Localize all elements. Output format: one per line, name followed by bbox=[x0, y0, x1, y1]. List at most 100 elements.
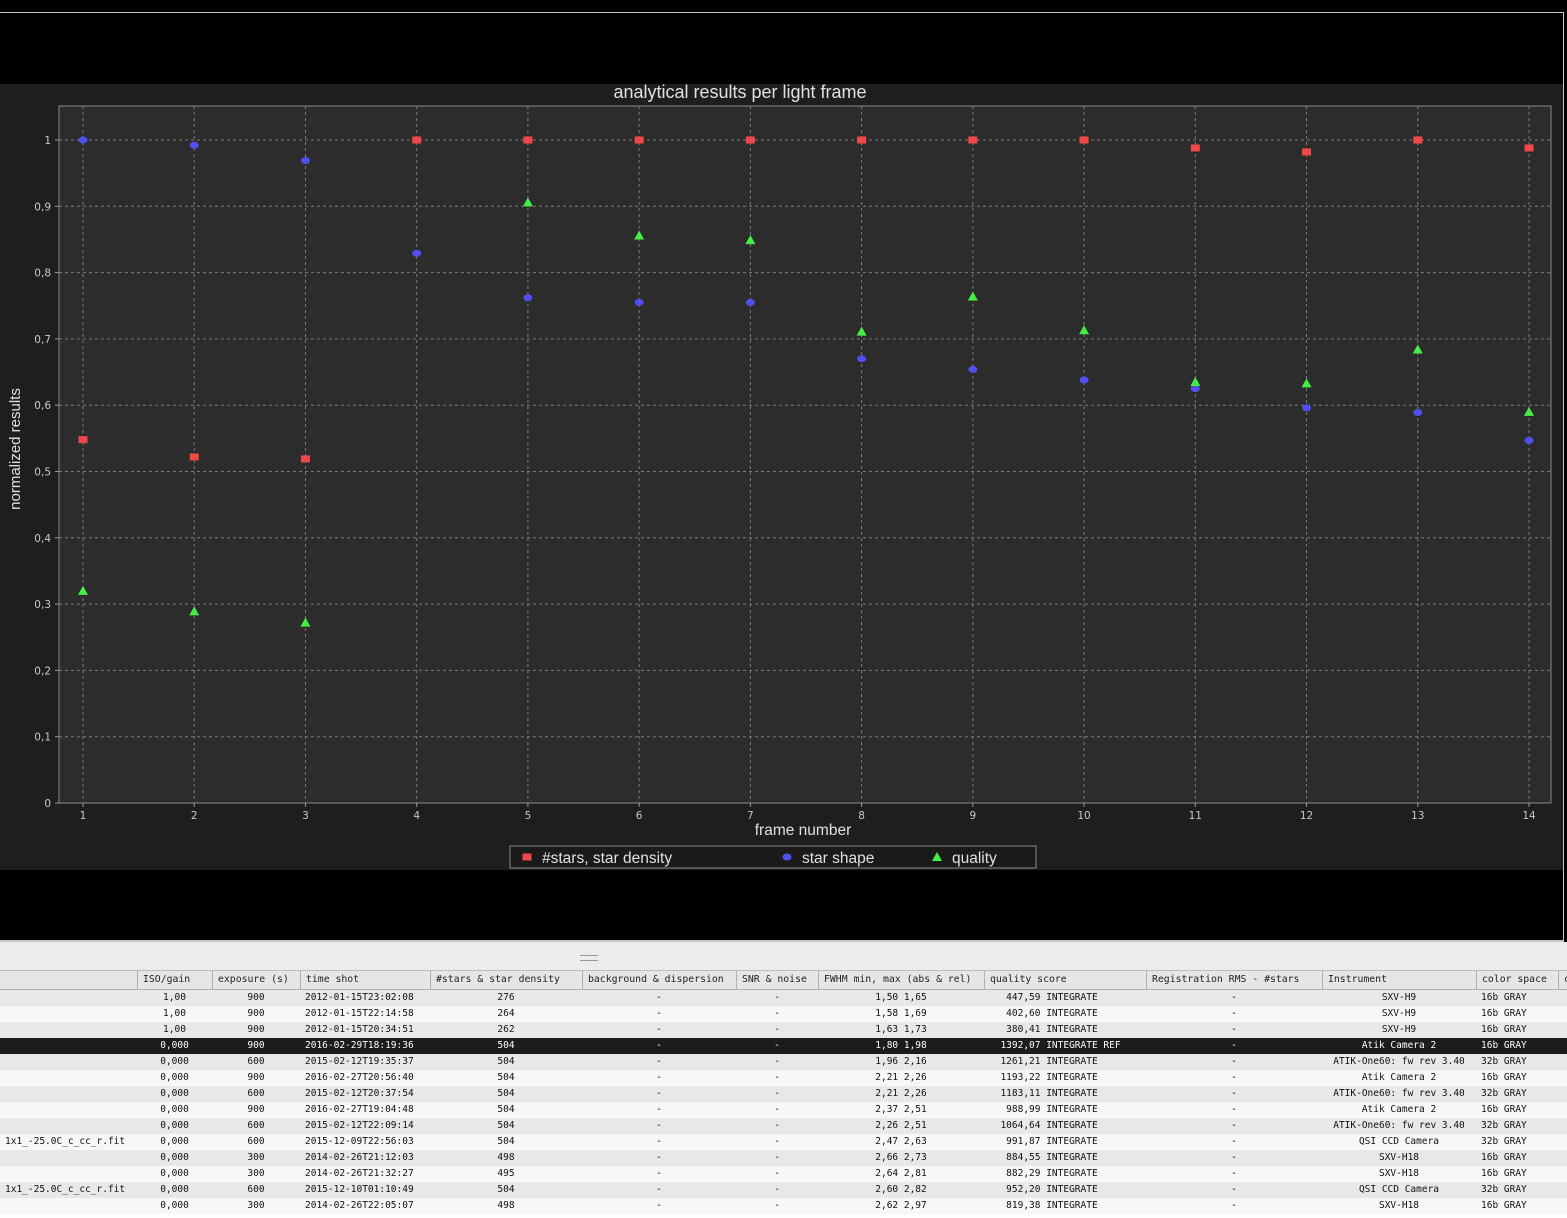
split-pane-divider[interactable] bbox=[0, 942, 1567, 971]
window-right-border bbox=[1563, 12, 1564, 940]
table-row[interactable]: 1x1_-25.0C_c_cc_r.fit 0,000 600 2015-12-10T… bbox=[0, 1182, 1567, 1198]
table-cell: 1,63 1,73 bbox=[875, 1024, 927, 1035]
table-row[interactable]: 0,000 300 2014-02-26T22:05:07 498 - - 2,62 2,9… bbox=[0, 1198, 1567, 1214]
data-point-square bbox=[523, 136, 533, 144]
table-row[interactable]: 0,000 600 2015-02-12T22:09:14 504 - - 2,26 2,5… bbox=[0, 1118, 1567, 1134]
table-cell: 600 bbox=[247, 1120, 265, 1131]
table-cell: 819,38 INTEGRATE bbox=[989, 1200, 1098, 1211]
table-cell: 1193,22 INTEGRATE bbox=[989, 1072, 1098, 1083]
table-cell: - bbox=[774, 1088, 780, 1099]
table-cell: 2012-01-15T23:02:08 bbox=[305, 992, 414, 1003]
data-point-square bbox=[1524, 144, 1534, 152]
table-cell: 1x1_-25.0C_c_cc_r.fit bbox=[5, 1136, 126, 1147]
table-cell: 504 bbox=[497, 1040, 515, 1051]
y-tick-label: 0,8 bbox=[34, 268, 51, 280]
column-header[interactable]: color space bbox=[1476, 971, 1558, 989]
column-header[interactable] bbox=[0, 971, 137, 989]
table-cell: 402,60 INTEGRATE bbox=[989, 1008, 1098, 1019]
table-cell: 0,000 bbox=[160, 1152, 189, 1163]
table-cell: SXV-H18 bbox=[1378, 1152, 1420, 1163]
y-tick-label: 0,5 bbox=[34, 467, 51, 479]
table-cell bbox=[5, 1150, 137, 1166]
data-point-square bbox=[78, 436, 88, 444]
y-tick-label: 0,3 bbox=[34, 599, 51, 611]
data-point-square bbox=[1190, 144, 1200, 152]
table-cell: 2,21 2,26 bbox=[875, 1088, 927, 1099]
data-point-circle bbox=[1413, 408, 1423, 416]
table-cell: - bbox=[774, 1152, 780, 1163]
splitter-grip-icon[interactable] bbox=[580, 955, 598, 961]
table-cell: - bbox=[1231, 1008, 1237, 1019]
table-cell: - bbox=[656, 1040, 662, 1051]
data-point-circle bbox=[523, 294, 533, 302]
table-cell: - bbox=[774, 1072, 780, 1083]
table-row[interactable]: 1,00 900 2012-01-15T23:02:08 276 - - 1,50 1,65… bbox=[0, 990, 1567, 1006]
table-cell: - bbox=[656, 1088, 662, 1099]
table-row-selected[interactable]: 0,000 900 2016-02-29T18:19:36 504 - - 1,80 1,9… bbox=[0, 1038, 1567, 1054]
table-cell: ATIK-One60: fw rev 3.40 bbox=[1333, 1056, 1465, 1067]
column-header[interactable]: exposure (s) bbox=[212, 971, 300, 989]
data-point-circle bbox=[300, 157, 310, 165]
table-cell: - bbox=[656, 1200, 662, 1211]
x-axis-label: frame number bbox=[755, 822, 851, 839]
column-header[interactable]: Instrument bbox=[1322, 971, 1476, 989]
table-cell: 2015-02-12T22:09:14 bbox=[305, 1120, 414, 1131]
table-cell: - bbox=[1231, 1024, 1237, 1035]
data-point-circle bbox=[968, 365, 978, 373]
x-tick-label: 3 bbox=[302, 810, 309, 822]
table-cell: 2,37 2,51 bbox=[875, 1104, 927, 1115]
table-row[interactable]: 0,000 600 2015-02-12T19:35:37 504 - - 1,96 2,1… bbox=[0, 1054, 1567, 1070]
table-cell: 2,66 2,73 bbox=[875, 1152, 927, 1163]
table-row[interactable]: 0,000 900 2016-02-27T20:56:40 504 - - 2,21 2,2… bbox=[0, 1070, 1567, 1086]
column-header[interactable]: ISO/gain bbox=[137, 971, 212, 989]
table-cell: 884,55 INTEGRATE bbox=[989, 1152, 1098, 1163]
table-row[interactable]: 1,00 900 2012-01-15T22:14:58 264 - - 1,58 1,69… bbox=[0, 1006, 1567, 1022]
table-row[interactable]: 0,000 300 2014-02-26T21:12:03 498 - - 2,66 2,7… bbox=[0, 1150, 1567, 1166]
table-cell: 504 bbox=[497, 1088, 515, 1099]
table-cell: - bbox=[1231, 1168, 1237, 1179]
table-row[interactable]: 0,000 600 2015-02-12T20:37:54 504 - - 2,21 2,2… bbox=[0, 1086, 1567, 1102]
table-cell: 2016-02-27T20:56:40 bbox=[305, 1072, 414, 1083]
column-header[interactable]: FWHM min, max (abs & rel) bbox=[818, 971, 984, 989]
table-cell: 1,96 2,16 bbox=[875, 1056, 927, 1067]
legend-label: #stars, star density bbox=[542, 850, 672, 867]
table-cell bbox=[5, 1070, 137, 1086]
table-cell: 0,000 bbox=[160, 1104, 189, 1115]
table-cell: 264 bbox=[497, 1008, 515, 1019]
table-cell: 1,58 1,69 bbox=[875, 1008, 927, 1019]
table-row[interactable]: 1,00 900 2012-01-15T20:34:51 262 - - 1,63 1,73… bbox=[0, 1022, 1567, 1038]
table-cell: - bbox=[656, 1072, 662, 1083]
table-cell: 16b GRAY bbox=[1481, 1024, 1527, 1035]
table-cell bbox=[1563, 1182, 1567, 1198]
table-cell bbox=[1563, 1054, 1567, 1070]
table-row[interactable]: 1x1_-25.0C_c_cc_r.fit 0,000 600 2015-12-09T… bbox=[0, 1134, 1567, 1150]
x-tick-label: 5 bbox=[525, 810, 532, 822]
column-header[interactable]: c bbox=[1558, 971, 1567, 989]
column-header[interactable]: Registration RMS - #stars bbox=[1146, 971, 1322, 989]
table-cell bbox=[1563, 1102, 1567, 1118]
table-cell: 2016-02-29T18:19:36 bbox=[305, 1040, 414, 1051]
table-cell: 2015-02-12T19:35:37 bbox=[305, 1056, 414, 1067]
table-row[interactable]: 0,000 300 2014-02-26T21:32:27 495 - - 2,64 2,8… bbox=[0, 1166, 1567, 1182]
data-point-square bbox=[1302, 148, 1312, 156]
x-tick-label: 2 bbox=[191, 810, 198, 822]
table-cell: 32b GRAY bbox=[1481, 1056, 1527, 1067]
table-cell: 2,60 2,82 bbox=[875, 1184, 927, 1195]
column-header[interactable]: time shot bbox=[300, 971, 430, 989]
table-cell: - bbox=[656, 1184, 662, 1195]
column-header[interactable]: SNR & noise bbox=[736, 971, 818, 989]
table-cell: QSI CCD Camera bbox=[1358, 1184, 1440, 1195]
table-cell: - bbox=[774, 1200, 780, 1211]
table-cell: ATIK-One60: fw rev 3.40 bbox=[1333, 1120, 1465, 1131]
table-cell: 504 bbox=[497, 1104, 515, 1115]
table-cell: - bbox=[774, 1136, 780, 1147]
column-header[interactable]: #stars & star density bbox=[430, 971, 582, 989]
column-header[interactable]: quality score bbox=[984, 971, 1146, 989]
table-cell bbox=[5, 1006, 137, 1022]
table-cell: 600 bbox=[247, 1088, 265, 1099]
table-cell: 2012-01-15T22:14:58 bbox=[305, 1008, 414, 1019]
table-row[interactable]: 0,000 900 2016-02-27T19:04:48 504 - - 2,37 2,5… bbox=[0, 1102, 1567, 1118]
table-cell: 988,99 INTEGRATE bbox=[989, 1104, 1098, 1115]
column-header[interactable]: background & dispersion bbox=[582, 971, 736, 989]
table-cell bbox=[5, 1198, 137, 1214]
